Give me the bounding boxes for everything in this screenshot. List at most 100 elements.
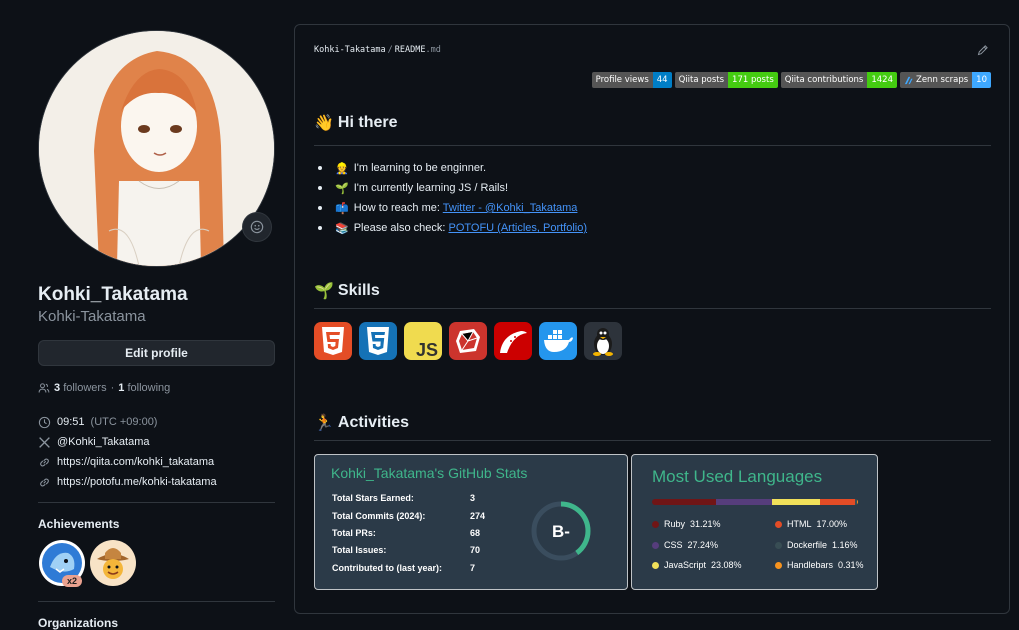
badge-label: Qiita posts xyxy=(674,72,729,88)
language-name: HTML xyxy=(787,519,812,529)
badge-zenn-scraps[interactable]: Zenn scraps 10 xyxy=(900,72,991,88)
language-bar-segment xyxy=(857,499,858,505)
website-row-2[interactable]: https://potofu.me/kohki-takatama xyxy=(38,472,275,492)
readme-filename: README xyxy=(394,45,426,55)
bullet xyxy=(318,166,322,170)
list-item: 📫 How to reach me: Twitter - @Kohki_Taka… xyxy=(314,198,587,218)
stat-label: Total Commits (2024): xyxy=(332,511,426,521)
edit-profile-button[interactable]: Edit profile xyxy=(38,340,275,366)
stat-value: 3 xyxy=(470,493,476,503)
divider xyxy=(38,601,275,602)
followers-link[interactable]: 3 followers xyxy=(54,382,107,394)
language-bar-segment xyxy=(652,499,717,505)
stats-title: Kohki_Takatama's GitHub Stats xyxy=(331,465,528,481)
followers-count: 3 xyxy=(54,382,61,394)
top-languages-card[interactable]: Most Used Languages Ruby 31.21% CSS 27.2… xyxy=(631,454,878,590)
clock-icon xyxy=(38,416,51,428)
profile-name: Kohki_Takatama xyxy=(38,284,188,305)
language-name: Handlebars xyxy=(787,560,834,570)
skills-title: Skills xyxy=(337,282,380,299)
website-link-2[interactable]: https://potofu.me/kohki-takatama xyxy=(57,476,217,488)
badge-profile-views[interactable]: Profile views 44 xyxy=(591,72,672,88)
construction-worker-icon: 👷 xyxy=(335,162,349,175)
divider xyxy=(38,502,275,503)
twitter-link[interactable]: Twitter - @Kohki_Takatama xyxy=(443,202,578,214)
css3-icon[interactable] xyxy=(359,322,397,360)
followers-label: followers xyxy=(63,382,107,394)
languages-bar xyxy=(652,499,858,505)
badge-label: Zenn scraps xyxy=(916,75,969,85)
language-ruby: Ruby 31.21% xyxy=(652,519,721,529)
badge-qiita-contributions[interactable]: Qiita contributions 1424 xyxy=(780,72,897,88)
language-dot xyxy=(652,520,659,528)
list-item-text: I'm learning to be enginner. xyxy=(353,162,487,174)
skills-heading: 🌱 Skills xyxy=(314,281,380,301)
language-name: CSS xyxy=(664,540,683,550)
language-css: CSS 27.24% xyxy=(652,540,718,550)
docker-logo xyxy=(544,330,573,352)
html5-logo xyxy=(322,327,344,355)
repo-link[interactable]: Kohki-Takatama xyxy=(314,45,386,55)
badge-qiita-posts[interactable]: Qiita posts 171 posts xyxy=(674,72,778,88)
badge-label-wrap: Zenn scraps xyxy=(900,72,973,88)
stat-value: 70 xyxy=(470,545,481,555)
twitter-row[interactable]: @Kohki_Takatama xyxy=(38,432,275,452)
html5-icon[interactable] xyxy=(314,322,352,360)
badge-label: Qiita contributions xyxy=(780,72,868,88)
javascript-icon[interactable]: JS xyxy=(404,322,442,360)
link-icon xyxy=(40,458,49,466)
stat-label: Contributed to (last year): xyxy=(332,563,443,573)
language-bar-segment xyxy=(716,499,773,505)
language-percent: 23.08% xyxy=(711,560,742,570)
docker-icon[interactable] xyxy=(539,322,577,360)
linux-icon[interactable] xyxy=(584,322,622,360)
language-html: HTML 17.00% xyxy=(775,519,847,529)
language-percent: 17.00% xyxy=(816,519,848,529)
readme-badges: Profile views 44 Qiita posts 171 posts Q… xyxy=(591,72,991,88)
edit-readme-button[interactable] xyxy=(977,43,989,61)
heading-divider xyxy=(314,145,991,146)
readme-breadcrumb: Kohki-Takatama / README.md xyxy=(314,45,441,55)
language-bar-segment xyxy=(772,499,820,505)
language-name: JavaScript xyxy=(664,560,707,570)
potofu-link[interactable]: POTOFU (Articles, Portfolio) xyxy=(448,222,587,234)
stat-label: Total PRs: xyxy=(332,528,376,538)
avatar-illustration xyxy=(39,31,274,266)
smiley-icon xyxy=(250,220,264,234)
rails-icon[interactable] xyxy=(494,322,532,360)
mailbox-icon: 📫 xyxy=(335,202,349,215)
ruby-icon[interactable] xyxy=(449,322,487,360)
timezone-value: (UTC +09:00) xyxy=(90,416,158,428)
separator-dot: · xyxy=(110,382,115,394)
following-link[interactable]: 1 following xyxy=(118,382,170,394)
set-status-button[interactable] xyxy=(242,212,272,242)
achievements-title[interactable]: Achievements xyxy=(38,517,275,531)
language-dot xyxy=(652,541,659,549)
list-item-text: Please also check: POTOFU (Articles, Por… xyxy=(354,222,587,234)
avatar[interactable] xyxy=(38,30,275,267)
pencil-icon xyxy=(977,45,988,56)
time-value: 09:51 xyxy=(57,416,85,428)
heading-divider xyxy=(314,308,991,309)
achievement-badge-shark[interactable]: x2 xyxy=(38,539,86,587)
list-item-text: How to reach me: Twitter - @Kohki_Takata… xyxy=(354,202,578,214)
hi-there-title: Hi there xyxy=(337,114,398,131)
website-link-1[interactable]: https://qiita.com/kohki_takatama xyxy=(57,456,214,468)
list-item: 🌱 I'm currently learning JS / Rails! xyxy=(314,178,587,198)
x-twitter-icon xyxy=(39,436,50,448)
readme-panel: Kohki-Takatama / README.md Profile views 4… xyxy=(294,24,1010,614)
badge-label: Profile views xyxy=(591,72,653,88)
runner-icon: 🏃 xyxy=(314,415,334,432)
stat-value: 274 xyxy=(470,511,486,521)
waving-hand-icon: 👋 xyxy=(314,115,334,132)
ruby-logo xyxy=(456,329,480,353)
website-row-1[interactable]: https://qiita.com/kohki_takatama xyxy=(38,452,275,472)
organizations-title: Organizations xyxy=(38,616,119,630)
twitter-handle[interactable]: @Kohki_Takatama xyxy=(57,436,150,448)
profile-sidebar: Kohki_Takatama Kohki-Takatama Edit profi… xyxy=(38,30,275,630)
list-item-prefix: How to reach me: xyxy=(353,202,443,214)
achievement-badge-cowboy[interactable] xyxy=(89,539,137,587)
list-item: 👷 I'm learning to be enginner. xyxy=(314,158,587,178)
github-stats-card[interactable]: Kohki_Takatama's GitHub Stats Total Star… xyxy=(314,454,628,590)
languages-title: Most Used Languages xyxy=(652,467,823,486)
